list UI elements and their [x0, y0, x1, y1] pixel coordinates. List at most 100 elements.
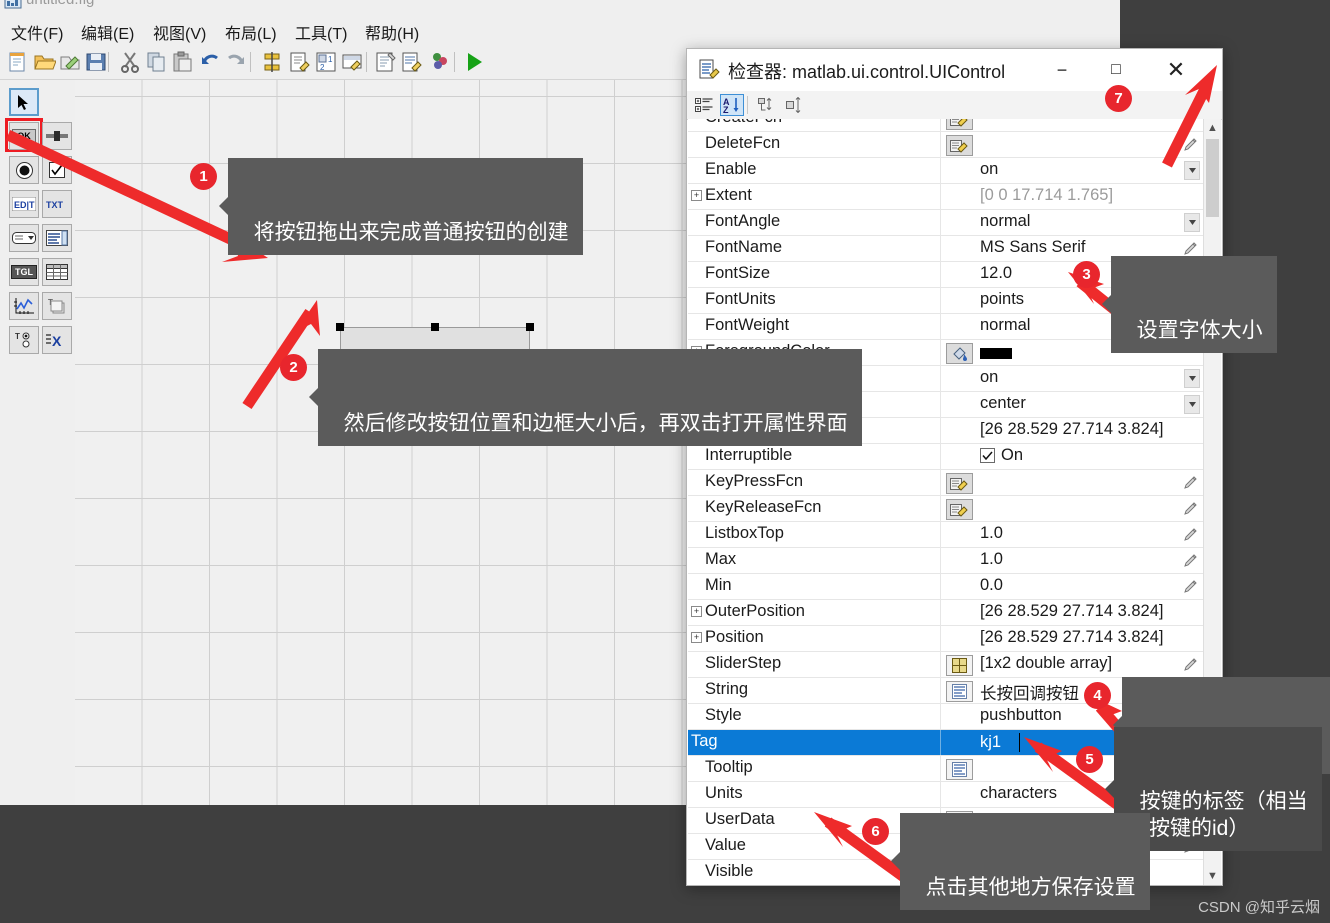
pencil-edit-icon[interactable] — [1183, 501, 1198, 516]
menu-tools[interactable]: 工具(T) — [292, 19, 350, 45]
paste-icon[interactable] — [170, 50, 194, 74]
new-figure-icon[interactable] — [6, 50, 30, 74]
alphabetical-view-button[interactable]: A Z — [720, 94, 744, 116]
push-button-tool[interactable]: OK — [9, 122, 39, 150]
function-editor-icon[interactable] — [946, 473, 973, 494]
toolbar-editor-icon[interactable] — [340, 50, 364, 74]
property-row[interactable]: Min0.0 — [688, 574, 1204, 600]
save-icon[interactable] — [84, 50, 108, 74]
menu-view[interactable]: 视图(V) — [150, 19, 209, 45]
run-figure-icon[interactable] — [462, 50, 486, 74]
menu-help[interactable]: 帮助(H) — [362, 19, 422, 45]
undo-icon[interactable] — [198, 50, 222, 74]
expand-plus-icon[interactable]: + — [691, 632, 702, 643]
function-editor-icon[interactable] — [946, 499, 973, 520]
maximize-button[interactable]: □ — [1093, 49, 1139, 90]
property-row[interactable]: Max1.0 — [688, 548, 1204, 574]
edit-text-tool[interactable]: ED|T — [9, 190, 39, 218]
property-value[interactable]: pushbutton — [980, 706, 1062, 725]
table-tool[interactable] — [42, 258, 72, 286]
property-row[interactable]: Enableon — [688, 158, 1204, 184]
property-row[interactable]: CreateFcn — [688, 119, 1204, 132]
property-value[interactable]: characters — [980, 784, 1057, 803]
function-editor-icon[interactable] — [946, 119, 973, 130]
expand-plus-icon[interactable]: + — [691, 190, 702, 201]
expand-collapse-button[interactable] — [783, 94, 807, 116]
align-objects-icon[interactable] — [260, 50, 284, 74]
resize-handle-ne[interactable] — [526, 323, 534, 331]
close-button[interactable]: ✕ — [1153, 49, 1199, 90]
slider-tool[interactable] — [42, 122, 72, 150]
listbox-tool[interactable] — [42, 224, 72, 252]
button-group-tool[interactable]: T — [9, 326, 39, 354]
axes-tool[interactable] — [9, 292, 39, 320]
pencil-edit-icon[interactable] — [1183, 579, 1198, 594]
property-row[interactable]: FontAnglenormal — [688, 210, 1204, 236]
popup-menu-tool[interactable] — [9, 224, 39, 252]
tab-order-editor-icon[interactable]: 1 2 — [314, 50, 338, 74]
property-value[interactable]: normal — [980, 212, 1030, 231]
property-value[interactable]: 1.0 — [980, 524, 1003, 543]
chevron-down-icon[interactable] — [1184, 213, 1200, 232]
chevron-down-icon[interactable] — [1184, 369, 1200, 388]
property-row[interactable]: KeyPressFcn — [688, 470, 1204, 496]
property-row[interactable]: +Position[26 28.529 27.714 3.824] — [688, 626, 1204, 652]
pencil-edit-icon[interactable] — [1183, 553, 1198, 568]
menu-layout[interactable]: 布局(L) — [222, 19, 280, 45]
property-value[interactable]: on — [980, 368, 998, 387]
property-value[interactable]: 1.0 — [980, 550, 1003, 569]
property-row[interactable]: InterruptibleOn — [688, 444, 1204, 470]
string-editor-icon[interactable] — [946, 759, 973, 780]
menu-file[interactable]: 文件(F) — [8, 19, 66, 45]
property-value[interactable]: normal — [980, 316, 1030, 335]
activex-control-tool[interactable]: X — [42, 326, 72, 354]
pencil-edit-icon[interactable] — [1183, 137, 1198, 152]
scroll-thumb[interactable] — [1206, 139, 1219, 217]
open-file-icon[interactable] — [32, 50, 56, 74]
scroll-up-arrow[interactable]: ▲ — [1204, 119, 1221, 137]
check-box-tool[interactable] — [42, 156, 72, 184]
pencil-edit-icon[interactable] — [1183, 657, 1198, 672]
chevron-down-icon[interactable] — [1184, 161, 1200, 180]
function-editor-icon[interactable] — [946, 135, 973, 156]
pencil-edit-icon[interactable] — [1183, 119, 1198, 126]
static-text-tool[interactable]: TXT — [42, 190, 72, 218]
array-editor-icon[interactable] — [946, 655, 973, 676]
m-file-editor-icon[interactable] — [374, 50, 398, 74]
property-row[interactable]: +OuterPosition[26 28.529 27.714 3.824] — [688, 600, 1204, 626]
menu-editor-icon[interactable] — [288, 50, 312, 74]
property-value[interactable]: MS Sans Serif — [980, 238, 1085, 257]
resize-handle-nw[interactable] — [336, 323, 344, 331]
foreground-color-swatch[interactable] — [980, 348, 1012, 359]
resize-handle-n[interactable] — [431, 323, 439, 331]
property-inspector-icon[interactable] — [400, 50, 424, 74]
copy-icon[interactable] — [144, 50, 168, 74]
panel-tool[interactable]: T — [42, 292, 72, 320]
property-value[interactable]: 0.0 — [980, 576, 1003, 595]
string-editor-icon[interactable] — [946, 681, 973, 702]
object-browser-icon[interactable] — [428, 50, 452, 74]
select-arrow-tool[interactable] — [9, 88, 39, 116]
chevron-down-icon[interactable] — [1184, 395, 1200, 414]
property-value[interactable]: 12.0 — [980, 264, 1012, 283]
radio-button-tool[interactable] — [9, 156, 39, 184]
color-picker-icon[interactable] — [946, 343, 973, 364]
property-row[interactable]: DeleteFcn — [688, 132, 1204, 158]
tag-value-input[interactable]: kj1 — [978, 733, 1003, 752]
property-checkbox[interactable] — [980, 448, 995, 463]
scroll-down-arrow[interactable]: ▼ — [1204, 867, 1221, 885]
expand-plus-icon[interactable]: + — [691, 606, 702, 617]
toggle-button-tool[interactable]: TGL — [9, 258, 39, 286]
menu-edit[interactable]: 编辑(E) — [78, 19, 137, 45]
property-value[interactable]: on — [980, 160, 998, 179]
categorized-view-button[interactable] — [692, 94, 716, 116]
redo-icon[interactable] — [224, 50, 248, 74]
pencil-edit-icon[interactable] — [1183, 527, 1198, 542]
property-row[interactable]: SliderStep[1x2 double array] — [688, 652, 1204, 678]
cut-icon[interactable] — [118, 50, 142, 74]
minimize-button[interactable]: − — [1039, 49, 1085, 90]
pencil-edit-icon[interactable] — [1183, 241, 1198, 256]
property-value[interactable]: center — [980, 394, 1026, 413]
property-value[interactable]: points — [980, 290, 1024, 309]
property-row[interactable]: KeyReleaseFcn — [688, 496, 1204, 522]
